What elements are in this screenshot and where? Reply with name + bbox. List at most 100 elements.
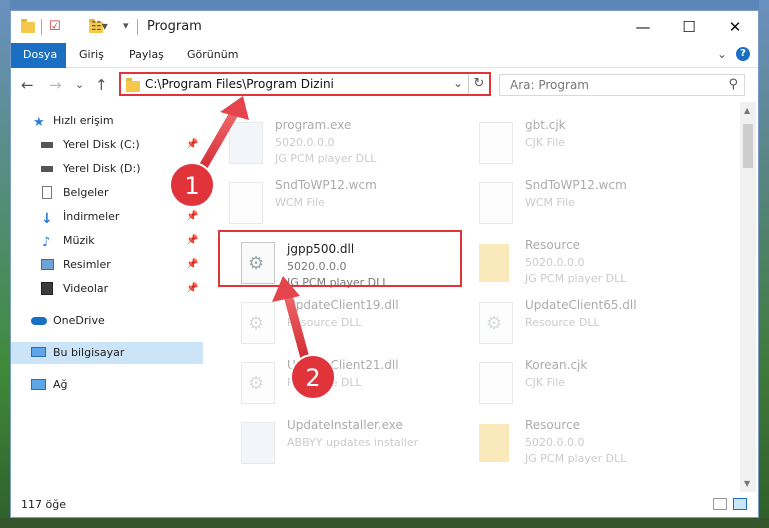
sidebar-item-label: Yerel Disk (D:): [63, 162, 141, 175]
file-name: Resource: [525, 238, 581, 252]
file-meta: Resource DLL: [525, 316, 600, 329]
sidebar-item-downloads[interactable]: ↓ İndirmeler 📌: [11, 206, 203, 228]
file-item[interactable]: Resource 5020.0.0.0 JG PCM player DLL: [467, 416, 707, 474]
sidebar-item-documents[interactable]: Belgeler 📌: [11, 182, 203, 204]
sidebar-item-pictures[interactable]: Resimler 📌: [11, 254, 203, 276]
document-icon: [229, 182, 263, 224]
address-path[interactable]: C:\Program Files\Program Dizini: [145, 77, 334, 91]
file-item[interactable]: UpdateClient65.dll Resource DLL: [467, 296, 707, 354]
expand-ribbon-icon[interactable]: ⌄: [717, 47, 727, 61]
properties-icon[interactable]: ☑: [49, 19, 61, 34]
pin-icon[interactable]: 📌: [186, 182, 198, 204]
music-icon: ♪: [42, 235, 51, 250]
divider: [41, 19, 42, 35]
address-bar[interactable]: C:\Program Files\Program Dizini ⌄ ↻: [119, 72, 491, 96]
desktop-background-left: [0, 0, 10, 528]
desktop-background-right: [759, 0, 769, 528]
sidebar-item-label: Belgeler: [63, 186, 109, 199]
refresh-button[interactable]: ↻: [468, 74, 489, 94]
sidebar-item-onedrive[interactable]: OneDrive: [11, 310, 203, 332]
file-name: UpdateInstaller.exe: [287, 418, 403, 432]
file-item[interactable]: SndToWP12.wcm WCM File: [467, 176, 707, 234]
file-meta: 5020.0.0.0: [275, 136, 335, 149]
file-item[interactable]: Resource 5020.0.0.0 JG PCM player DLL: [467, 236, 707, 294]
vertical-scrollbar[interactable]: ▲ ▼: [740, 102, 756, 492]
desktop-background-bottom: [0, 518, 769, 528]
sidebar-item-drive-c[interactable]: Yerel Disk (C:) 📌: [11, 134, 203, 156]
folder-icon: [479, 424, 509, 462]
ribbon-tabs: Dosya Giriş Paylaş Görünüm ⌄ ?: [11, 43, 758, 101]
tab-home[interactable]: Giriş: [67, 43, 116, 67]
sidebar-item-drive-d[interactable]: Yerel Disk (D:) 📌: [11, 158, 203, 180]
file-name: Resource: [525, 418, 581, 432]
sidebar-item-label: OneDrive: [53, 314, 105, 327]
recent-locations-button[interactable]: ⌄: [75, 78, 84, 91]
file-meta: Resource DLL: [287, 376, 362, 389]
dll-gear-icon: [479, 302, 513, 344]
file-name: program.exe: [275, 118, 352, 132]
document-icon: [479, 182, 513, 224]
toolbar-dropdown-icon[interactable]: ▾: [123, 19, 129, 32]
file-item[interactable]: UpdateClient21.dll Resource DLL: [229, 356, 469, 414]
exe-icon: [229, 122, 263, 164]
large-icons-view-icon[interactable]: [733, 498, 747, 510]
file-name: gbt.cjk: [525, 118, 566, 132]
file-item[interactable]: program.exe 5020.0.0.0 JG PCM player DLL: [217, 116, 457, 174]
search-icon[interactable]: ⚲: [728, 77, 738, 92]
computer-icon: [31, 347, 46, 357]
sidebar-item-label: Ağ: [53, 378, 68, 391]
minimize-button[interactable]: —: [620, 11, 666, 43]
folder-icon: [21, 19, 35, 33]
file-list: program.exe 5020.0.0.0 JG PCM player DLL…: [217, 102, 737, 492]
item-count: 117 öğe: [21, 498, 66, 511]
sidebar-item-this-pc[interactable]: Bu bilgisayar: [11, 342, 203, 364]
tab-view[interactable]: Görünüm: [175, 43, 250, 67]
customize-toolbar-icon[interactable]: ☷▾: [91, 19, 108, 33]
file-meta: ABBYY updates installer: [287, 436, 419, 449]
details-view-icon[interactable]: [713, 498, 727, 510]
address-dropdown-icon[interactable]: ⌄: [453, 76, 463, 90]
download-icon: ↓: [41, 211, 53, 227]
sidebar-item-network[interactable]: Ağ: [11, 374, 203, 396]
scroll-thumb[interactable]: [743, 124, 753, 168]
document-icon: [479, 122, 513, 164]
sidebar-item-quick-access[interactable]: ★ Hızlı erişim: [11, 110, 203, 132]
up-button[interactable]: ↑: [95, 76, 108, 94]
file-item[interactable]: UpdateClient19.dll Resource DLL: [229, 296, 469, 354]
search-box[interactable]: Ara: Program ⚲: [499, 74, 745, 96]
sidebar-item-videos[interactable]: Videolar 📌: [11, 278, 203, 300]
sidebar-item-label: Yerel Disk (C:): [63, 138, 140, 151]
scroll-down-icon[interactable]: ▼: [744, 479, 750, 488]
forward-button[interactable]: →: [49, 76, 62, 94]
pin-icon[interactable]: 📌: [186, 254, 198, 276]
file-item[interactable]: Korean.cjk CJK File: [467, 356, 707, 414]
sidebar-item-label: Videolar: [63, 282, 109, 295]
document-icon: [42, 186, 52, 199]
file-highlight-box: [218, 230, 462, 287]
file-name: SndToWP12.wcm: [275, 178, 377, 192]
sidebar-item-music[interactable]: ♪ Müzik 📌: [11, 230, 203, 252]
star-icon: ★: [33, 115, 45, 130]
title-bar: ☑ ☷▾ ▾ Program — ☐ ✕: [11, 11, 758, 43]
pin-icon[interactable]: 📌: [186, 278, 198, 300]
back-button[interactable]: ←: [21, 76, 34, 94]
network-icon: [31, 379, 46, 390]
file-item[interactable]: UpdateInstaller.exe ABBYY updates instal…: [229, 416, 469, 474]
file-item[interactable]: gbt.cjk CJK File: [467, 116, 707, 174]
pin-icon[interactable]: 📌: [186, 134, 198, 156]
file-name: UpdateClient19.dll: [287, 298, 399, 312]
file-item[interactable]: SndToWP12.wcm WCM File: [217, 176, 457, 234]
pin-icon[interactable]: 📌: [186, 230, 198, 252]
help-icon[interactable]: ?: [736, 47, 750, 61]
folder-icon: [126, 78, 140, 92]
pin-icon[interactable]: 📌: [186, 158, 198, 180]
close-button[interactable]: ✕: [712, 11, 758, 43]
tab-share[interactable]: Paylaş: [117, 43, 176, 67]
search-placeholder[interactable]: Ara: Program: [510, 78, 589, 92]
pin-icon[interactable]: 📌: [186, 206, 198, 228]
scroll-up-icon[interactable]: ▲: [744, 106, 750, 115]
video-icon: [41, 282, 53, 295]
sidebar-item-label: Hızlı erişim: [53, 114, 114, 127]
file-meta: JG PCM player DLL: [275, 152, 377, 165]
maximize-button[interactable]: ☐: [666, 11, 712, 43]
